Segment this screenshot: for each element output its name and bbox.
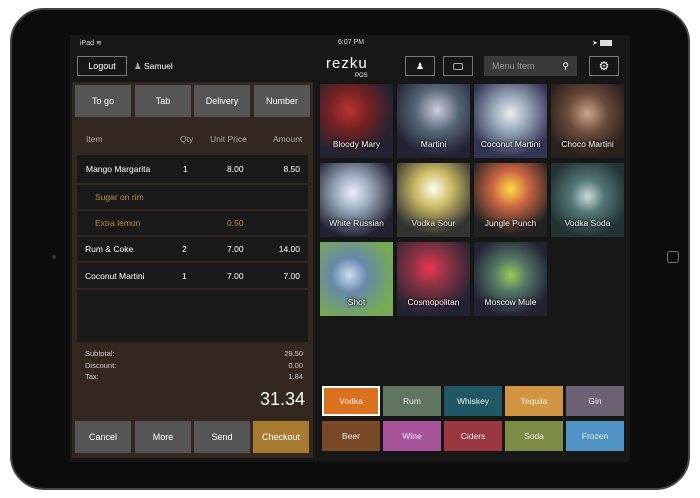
item-name: Coconut Martini (85, 270, 145, 281)
drink-tile-coconut-martini[interactable]: Coconut Martini (474, 84, 547, 158)
order-type-to-go[interactable]: To go (75, 85, 131, 117)
logo: rezku (326, 55, 368, 72)
cancel-button[interactable]: Cancel (75, 421, 131, 453)
user-label: ♟ Samuel (134, 61, 173, 72)
battery-icon: ➤ (592, 39, 612, 47)
wifi-icon: ≋ (95, 40, 102, 47)
search-icon: ⚲ (562, 60, 569, 71)
item-amount: 8.50 (283, 164, 300, 174)
col-item: Item (86, 134, 103, 144)
gear-icon: ⚙ (598, 59, 610, 73)
drink-label: Coconut Martini (480, 139, 541, 149)
drink-tile-white-russian[interactable]: White Russian (320, 163, 393, 237)
item-qty: 2 (182, 244, 187, 254)
person-icon: ♟ (415, 60, 425, 71)
tax-value: 1.84 (288, 372, 303, 381)
drink-label: Moscow Mule (484, 297, 537, 307)
camera (52, 255, 56, 259)
order-panel: To go Tab Delivery Number Item Qty Unit … (72, 82, 313, 458)
drink-tile-shot[interactable]: Shot (320, 242, 393, 316)
drink-label: Martini (420, 139, 447, 149)
customer-button[interactable]: ♟ (405, 56, 435, 76)
item-name: Mango Margarita (86, 164, 151, 174)
drink-label: Jungle Punch (484, 218, 537, 228)
category-wine[interactable]: Wine (383, 421, 441, 451)
modifier-row[interactable]: Extra lemon 0.50 (77, 211, 308, 235)
drink-tile-cosmopolitan[interactable]: Cosmopolitan (397, 242, 470, 316)
item-amount: 7.00 (283, 270, 300, 281)
order-type-tab[interactable]: Tab (135, 85, 191, 117)
more-button[interactable]: More (135, 421, 191, 453)
status-device: iPad ≋ (80, 39, 102, 47)
order-row[interactable]: Mango Margarita 1 8.00 8.50 (77, 155, 308, 183)
drink-tile-vodka-soda[interactable]: Vodka Soda (551, 163, 624, 237)
drawer-button[interactable] (443, 56, 473, 76)
modifier-row[interactable]: Sugar on rim (77, 185, 308, 209)
category-tequila[interactable]: Tequila (505, 386, 563, 416)
drink-label: Vodka Soda (564, 218, 611, 228)
total-amount: 31.34 (259, 389, 305, 409)
logout-button[interactable]: Logout (77, 56, 127, 76)
pos-screen: iPad ≋ 6:07 PM ➤ Logout ♟ Samuel rezku P… (70, 35, 630, 462)
drink-tile-martini[interactable]: Martini (397, 84, 470, 158)
order-empty-area (77, 290, 308, 342)
category-vodka[interactable]: Vodka (322, 386, 380, 416)
cash-drawer-icon (453, 62, 463, 70)
order-type-number[interactable]: Number (254, 85, 310, 117)
category-soda[interactable]: Soda (505, 421, 563, 451)
modifier-name: Sugar on rim (95, 192, 144, 202)
discount-value: 0.00 (288, 361, 303, 370)
subtotal-value: 29.50 (284, 349, 303, 358)
order-row[interactable]: Coconut Martini 1 7.00 7.00 (77, 263, 308, 288)
category-whiskey[interactable]: Whiskey (444, 386, 502, 416)
modifier-price: 0.50 (227, 218, 244, 228)
user-name: Samuel (144, 61, 173, 71)
drink-label: Bloody Mary (332, 139, 381, 149)
status-time: 6:07 PM (338, 39, 365, 46)
category-frozen[interactable]: Frozen (566, 421, 624, 451)
modifier-name: Extra lemon (95, 218, 141, 228)
drink-label: Choco Martini (561, 139, 614, 149)
item-qty: 1 (182, 270, 187, 281)
drink-tile-choco-martini[interactable]: Choco Martini (551, 84, 624, 158)
drink-tile-bloody-mary[interactable]: Bloody Mary (320, 84, 393, 158)
item-price: 7.00 (227, 244, 244, 254)
home-button[interactable] (667, 251, 679, 263)
item-amount: 14.00 (278, 244, 300, 254)
tax-label: Tax: (85, 372, 99, 381)
item-qty: 1 (183, 164, 188, 174)
discount-label: Discount: (85, 361, 117, 370)
menu-search-input[interactable]: Menu Item ⚲ (484, 56, 577, 76)
category-rum[interactable]: Rum (383, 386, 441, 416)
device-label: iPad (80, 40, 95, 47)
checkout-button[interactable]: Checkout (253, 421, 309, 453)
order-row[interactable]: Rum & Coke 2 7.00 14.00 (77, 237, 308, 261)
drink-label: Vodka Sour (411, 218, 456, 228)
category-ciders[interactable]: Ciders (444, 421, 502, 451)
drink-label: Shot (347, 297, 366, 307)
drink-tile-vodka-sour[interactable]: Vodka Sour (397, 163, 470, 237)
settings-button[interactable]: ⚙ (589, 56, 619, 76)
drink-tile-jungle-punch[interactable]: Jungle Punch (474, 163, 547, 237)
drink-label: White Russian (329, 218, 384, 228)
col-amount: Amount (273, 134, 303, 144)
subtotal-label: Subtotal: (85, 349, 115, 358)
col-qty: Qty (180, 134, 194, 144)
search-placeholder: Menu Item (492, 61, 535, 71)
order-type-delivery[interactable]: Delivery (194, 85, 250, 117)
col-unit-price: Unit Price (210, 134, 247, 144)
category-beer[interactable]: Beer (322, 421, 380, 451)
item-price: 7.00 (227, 270, 244, 281)
logo-sub: POS (355, 73, 368, 79)
user-icon: ♟ (134, 61, 142, 71)
category-gin[interactable]: Gin (566, 386, 624, 416)
send-button[interactable]: Send (194, 421, 250, 453)
item-name: Rum & Coke (85, 244, 134, 254)
drink-tile-moscow-mule[interactable]: Moscow Mule (474, 242, 547, 316)
drink-label: Cosmopolitan (407, 297, 460, 307)
item-price: 8.00 (227, 164, 244, 174)
